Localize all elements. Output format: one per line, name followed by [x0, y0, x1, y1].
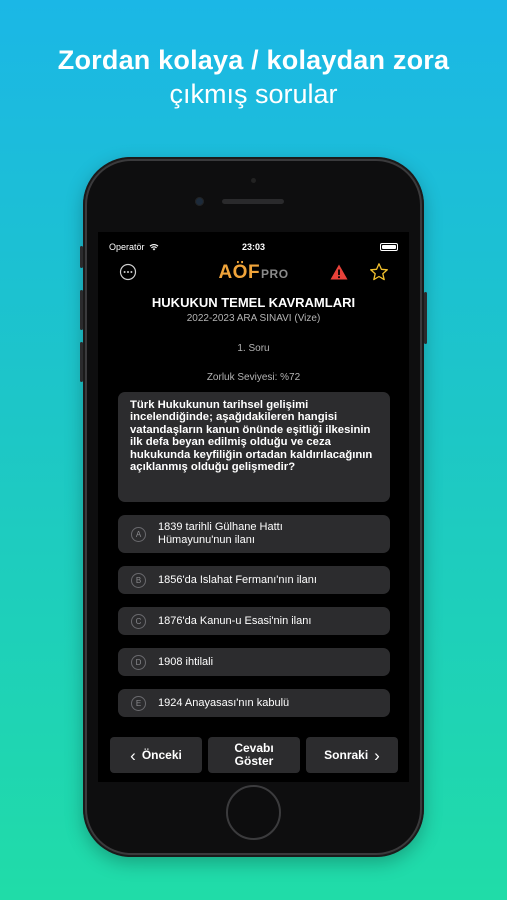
- option-text: 1839 tarihli Gülhane Hattı Hümayunu'nun …: [158, 521, 283, 546]
- logo-main: AÖF: [218, 262, 261, 283]
- difficulty-level: Zorluk Seviyesi: %72: [206, 372, 301, 383]
- option-letter: A: [131, 526, 146, 542]
- promo-headline: Zordan kolaya / kolaydan zora çıkmış sor…: [0, 44, 507, 110]
- logo-suffix: PRO: [261, 267, 289, 281]
- question-text: Türk Hukukunun tarihsel gelişimi incelen…: [118, 392, 390, 502]
- next-button[interactable]: Sonraki ›: [306, 737, 398, 773]
- option-e[interactable]: E 1924 Anayasası'nın kabulü: [118, 689, 390, 717]
- app-logo: AÖFPRO: [98, 262, 409, 284]
- proximity-sensor: [251, 178, 256, 183]
- show-answer-label: Cevabı Göster: [234, 741, 274, 768]
- option-text: 1908 ihtilali: [158, 655, 214, 668]
- exam-subtitle: 2022-2023 ARA SINAVI (Vize): [186, 313, 321, 324]
- mute-switch: [80, 246, 83, 268]
- home-button[interactable]: [226, 785, 281, 840]
- option-letter: C: [131, 613, 146, 629]
- chevron-right-icon: ›: [374, 745, 380, 765]
- power-button: [424, 292, 427, 344]
- clock: 23:03: [241, 242, 266, 252]
- option-text: 1924 Anayasası'nın kabulü: [158, 696, 290, 709]
- next-label: Sonraki: [324, 747, 369, 762]
- chevron-left-icon: ‹: [130, 745, 136, 765]
- headline-line-1: Zordan kolaya / kolaydan zora: [57, 45, 450, 75]
- warning-icon[interactable]: [329, 262, 349, 282]
- option-text: 1876'da Kanun-u Esasi'nin ilanı: [158, 614, 312, 627]
- star-icon[interactable]: [369, 262, 389, 282]
- headline-line-2: çıkmış sorular: [169, 79, 338, 109]
- option-letter: D: [131, 654, 146, 670]
- option-b[interactable]: B 1856'da Islahat Fermanı'nın ilanı: [118, 566, 390, 594]
- option-a[interactable]: A 1839 tarihli Gülhane Hattı Hümayunu'nu…: [118, 515, 390, 553]
- volume-up-button: [80, 290, 83, 330]
- question-number: 1. Soru: [237, 343, 270, 354]
- show-answer-button[interactable]: Cevabı Göster: [208, 737, 300, 773]
- front-camera: [195, 197, 204, 206]
- app-screen: Operatör 23:03 AÖFPRO HUKUKUN TEMEL KAVR…: [98, 232, 409, 782]
- option-text: 1856'da Islahat Fermanı'nın ilanı: [158, 573, 317, 586]
- earpiece-speaker: [222, 199, 284, 204]
- volume-down-button: [80, 342, 83, 382]
- option-c[interactable]: C 1876'da Kanun-u Esasi'nin ilanı: [118, 607, 390, 635]
- option-letter: B: [131, 572, 146, 588]
- previous-label: Önceki: [141, 747, 182, 762]
- course-title: HUKUKUN TEMEL KAVRAMLARI: [151, 295, 356, 310]
- option-d[interactable]: D 1908 ihtilali: [118, 648, 390, 676]
- option-letter: E: [131, 695, 146, 711]
- app-header: AÖFPRO: [98, 258, 409, 288]
- previous-button[interactable]: ‹ Önceki: [110, 737, 202, 773]
- status-bar: Operatör 23:03: [98, 240, 409, 254]
- battery-icon: [380, 243, 398, 251]
